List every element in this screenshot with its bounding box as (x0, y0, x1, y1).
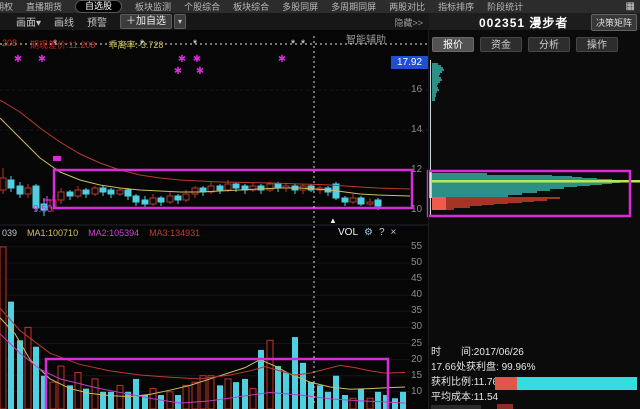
volume-tick: 40 (411, 289, 437, 300)
menu-item-阶段统计[interactable]: 阶段统计 (487, 0, 523, 13)
indicator-readout-row: 208 期现差价:11.208 乖离率:-3.728 (2, 38, 163, 51)
avg-cost-value: 11.54 (474, 392, 498, 403)
futures-spread-value: 期现差价:11.208 (30, 38, 95, 51)
loss-portion-bar (495, 377, 517, 390)
chart-toolbar: 画面▾ 画线 预警 ＋加自选▾ 隐藏>> (0, 13, 429, 30)
menu-item-个股综合[interactable]: 个股综合 (184, 0, 220, 13)
stock-app-window: 期权直播期货自选股板块监测个股综合板块综合多股同屏多周期同屏两股对比指标排序阶段… (0, 0, 640, 409)
svg-text:✱: ✱ (193, 54, 201, 65)
time-label: 时 间: (431, 347, 474, 358)
stock-title: 002351 漫步者 (479, 14, 568, 31)
grid-layout-icon[interactable]: ▦ (626, 0, 635, 13)
svg-text:✱: ✱ (174, 66, 182, 77)
stock-name: 漫步者 (529, 16, 568, 30)
volume-indicator-row: 039 MA1:100710 MA2:105394 MA3:134931 (2, 228, 200, 238)
bias-value: 乖离率:-3.728 (108, 38, 163, 51)
menu-item-直播期货[interactable]: 直播期货 (26, 0, 62, 13)
vol-label: VOL (338, 227, 358, 238)
svg-text:9.50: 9.50 (33, 204, 53, 215)
volume-ma2-value: MA2:105394 (88, 228, 139, 238)
menu-item-期权[interactable]: 期权 (0, 0, 13, 13)
help-icon[interactable]: ? (379, 227, 385, 238)
price-tick: 12 (411, 164, 437, 175)
profit-ratio-label: 获利比例: (431, 377, 474, 388)
screen-menu[interactable]: 画面▾ (16, 14, 41, 29)
stock-header: 002351 漫步者 决策矩阵 (429, 13, 640, 30)
hide-panel-link[interactable]: 隐藏>> (394, 16, 423, 29)
menu-item-指标排序[interactable]: 指标排序 (438, 0, 474, 13)
chip-stats-panel: 时 间:2017/06/26 17.66处获利盘: 99.96% 获利比例:11… (431, 345, 639, 405)
menu-item-自选股[interactable]: 自选股 (75, 0, 122, 13)
alert-button[interactable]: 预警 (87, 14, 107, 29)
svg-text:*: * (193, 38, 198, 50)
decision-matrix-button[interactable]: 决策矩阵 (591, 14, 637, 31)
profit-portion-bar (517, 377, 637, 390)
close-icon[interactable]: × (391, 227, 397, 238)
volume-tick: 45 (411, 273, 437, 284)
add-favorite-button[interactable]: ＋加自选 (120, 14, 172, 29)
volume-ma3-value: MA3:134931 (149, 228, 200, 238)
svg-text:✱: ✱ (38, 54, 46, 65)
drawline-button[interactable]: 画线 (54, 14, 74, 29)
menu-item-两股对比[interactable]: 两股对比 (389, 0, 425, 13)
indicator-prefix: 208 (2, 38, 17, 51)
time-row: 时 间:2017/06/26 (431, 345, 639, 360)
smart-assist-label[interactable]: 智能辅助 (346, 31, 386, 46)
settings-gear-icon[interactable]: ⚙ (364, 227, 373, 238)
volume-tick: 35 (411, 305, 437, 316)
profit-point-label: 17.66处获利盘: (431, 362, 499, 373)
volume-tick: 50 (411, 257, 437, 268)
stock-code: 002351 (479, 16, 525, 30)
volume-tick: 55 (411, 241, 437, 252)
volume-pane-tools: VOL ⚙ ? × (338, 227, 396, 238)
top-menu-bar: 期权直播期货自选股板块监测个股综合板块综合多股同屏多周期同屏两股对比指标排序阶段… (0, 0, 640, 13)
avg-cost-label: 平均成本: (431, 392, 474, 403)
menu-item-板块监测[interactable]: 板块监测 (135, 0, 171, 13)
svg-text:*: * (301, 38, 306, 50)
price-tick: 16 (411, 84, 437, 95)
svg-text:✱: ✱ (278, 54, 286, 65)
profit-ratio-bar (495, 377, 637, 390)
volume-prefix: 039 (2, 228, 17, 238)
svg-text:*: * (291, 38, 296, 50)
time-value: 2017/06/26 (474, 347, 524, 358)
volume-ma1-value: MA1:100710 (27, 228, 78, 238)
svg-text:✱: ✱ (178, 54, 186, 65)
avg-cost-row: 平均成本:11.54 (431, 390, 639, 405)
svg-text:✱: ✱ (14, 54, 22, 65)
profit-point-row: 17.66处获利盘: 99.96% (431, 360, 639, 375)
menu-item-多股同屏[interactable]: 多股同屏 (282, 0, 318, 13)
price-tick: 10 (411, 204, 437, 215)
current-price-tag: 17.92 (391, 56, 428, 69)
menu-item-多周期同屏[interactable]: 多周期同屏 (331, 0, 376, 13)
volume-tick: 30 (411, 321, 437, 332)
svg-text:▲: ▲ (329, 216, 337, 225)
menu-item-板块综合[interactable]: 板块综合 (233, 0, 269, 13)
price-tick: 14 (411, 124, 437, 135)
svg-text:✱: ✱ (196, 66, 204, 77)
add-favorite-dropdown-icon[interactable]: ▾ (174, 14, 186, 29)
clipped-bottom-row (431, 404, 636, 409)
profit-point-value: 99.96% (502, 362, 536, 373)
